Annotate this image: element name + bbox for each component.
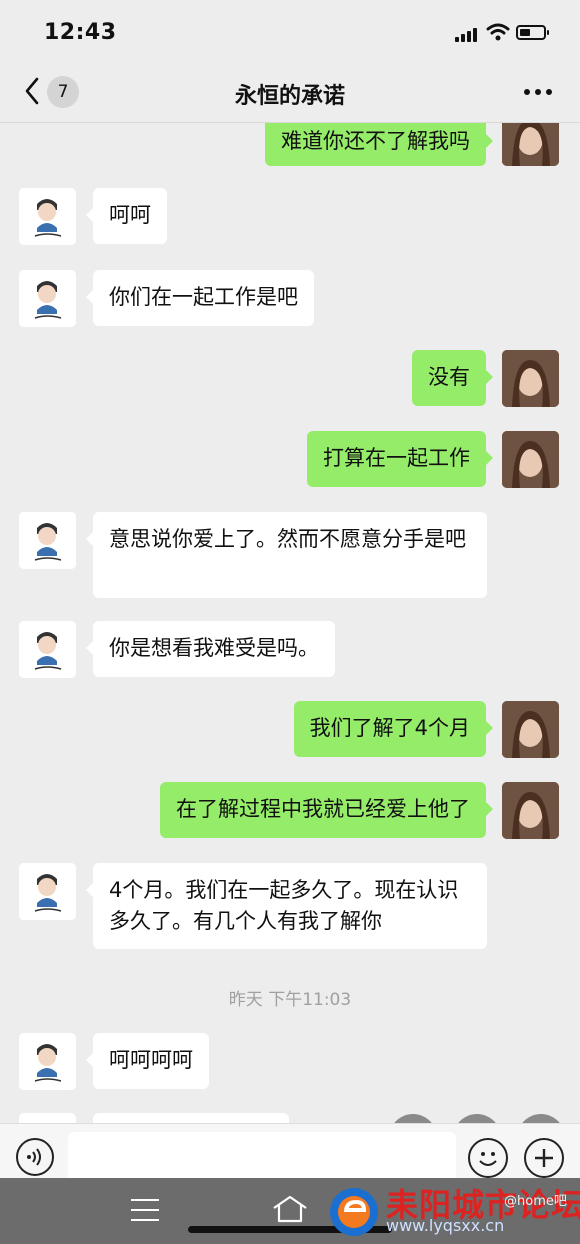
message-text: 难道你还不了解我吗 xyxy=(281,129,470,153)
avatar-contact[interactable] xyxy=(19,1033,76,1090)
avatar-contact[interactable] xyxy=(19,621,76,678)
avatar-self[interactable] xyxy=(502,701,559,758)
avatar-cartoon xyxy=(19,270,76,327)
avatar-photo xyxy=(502,123,559,166)
message-bubble[interactable]: 打算在一起工作 xyxy=(307,431,493,487)
message-text: 我们了解了4个月 xyxy=(309,716,470,740)
message-bubble[interactable] xyxy=(93,1113,289,1123)
message-text: 在了解过程中我就已经爱上他了 xyxy=(176,797,470,821)
voice-icon xyxy=(27,1148,41,1166)
wifi-icon xyxy=(486,23,510,41)
message-input[interactable] xyxy=(68,1132,456,1184)
watermark-tag: @home吧 xyxy=(504,1194,567,1209)
message-bubble[interactable]: 意思说你爱上了。然而不愿意分手是吧 xyxy=(86,512,487,598)
avatar-contact[interactable] xyxy=(19,863,76,920)
message-bubble[interactable]: 呵呵呵呵 xyxy=(86,1033,209,1089)
avatar-self[interactable] xyxy=(502,431,559,488)
emoji-icon xyxy=(479,1152,497,1166)
status-time: 12:43 xyxy=(44,20,117,45)
message-bubble[interactable]: 你是想看我难受是吗。 xyxy=(86,621,335,677)
avatar-contact[interactable] xyxy=(19,1113,76,1123)
message-bubble[interactable]: 我们了解了4个月 xyxy=(293,701,494,757)
watermark-url: www.lyqsxx.cn xyxy=(386,1216,505,1235)
signal-icon xyxy=(455,28,481,42)
message-text: 打算在一起工作 xyxy=(323,446,470,470)
home-icon[interactable] xyxy=(271,1194,309,1224)
plus-button[interactable] xyxy=(524,1138,564,1178)
avatar-cartoon xyxy=(19,621,76,678)
avatar-cartoon xyxy=(19,512,76,569)
avatar-photo xyxy=(502,701,559,758)
message-bubble[interactable]: 你们在一起工作是吧 xyxy=(86,270,314,326)
message-bubble[interactable]: 4个月。我们在一起多久了。现在认识多久了。有几个人有我了解你 xyxy=(86,863,487,949)
message-bubble[interactable]: 难道你还不了解我吗 xyxy=(265,123,493,166)
menu-icon[interactable] xyxy=(131,1199,159,1221)
status-bar: 12:43 xyxy=(0,0,580,60)
voice-button[interactable] xyxy=(16,1138,54,1176)
message-text: 4个月。我们在一起多久了。现在认识多久了。有几个人有我了解你 xyxy=(109,878,459,933)
message-timestamp: 昨天 下午11:03 xyxy=(228,990,352,1010)
message-text: 你是想看我难受是吗。 xyxy=(109,636,319,660)
emoji-button[interactable] xyxy=(468,1138,508,1178)
avatar-cartoon xyxy=(19,1033,76,1090)
message-bubble[interactable]: 没有 xyxy=(412,350,493,406)
message-text: 你们在一起工作是吧 xyxy=(109,285,298,309)
avatar-photo xyxy=(502,782,559,839)
message-text: 意思说你爱上了。然而不愿意分手是吧 xyxy=(109,527,466,551)
battery-icon xyxy=(516,25,549,40)
message-text: 呵呵呵呵 xyxy=(109,1048,193,1072)
avatar-contact[interactable] xyxy=(19,512,76,569)
avatar-self[interactable] xyxy=(502,350,559,407)
avatar-contact[interactable] xyxy=(19,270,76,327)
avatar-cartoon xyxy=(19,863,76,920)
message-bubble[interactable]: 在了解过程中我就已经爱上他了 xyxy=(160,782,493,838)
avatar-photo xyxy=(502,350,559,407)
plus-icon xyxy=(535,1149,553,1167)
avatar-self[interactable] xyxy=(502,782,559,839)
avatar-self[interactable] xyxy=(502,123,559,166)
message-list[interactable]: 难道你还不了解我吗 呵呵 你们在一起工作是吧 没有 打算在一起工作 意思说你爱上… xyxy=(0,123,580,1123)
message-text: 呵呵 xyxy=(109,203,151,227)
avatar-photo xyxy=(502,431,559,488)
avatar-contact[interactable] xyxy=(19,188,76,245)
chat-title: 永恒的承诺 xyxy=(234,84,345,109)
message-bubble[interactable]: 呵呵 xyxy=(86,188,167,244)
more-dots-icon[interactable] xyxy=(524,89,552,95)
avatar-cartoon xyxy=(19,188,76,245)
message-text: 没有 xyxy=(428,365,470,389)
